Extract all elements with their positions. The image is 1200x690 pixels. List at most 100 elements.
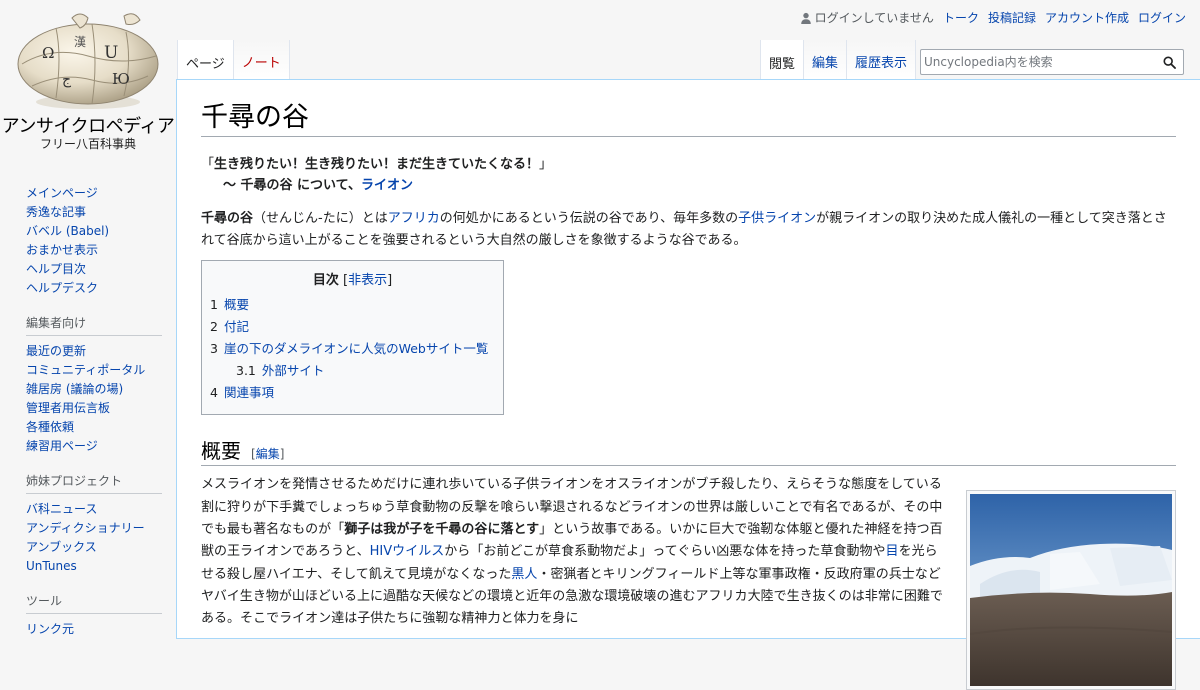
user-icon bbox=[800, 12, 811, 24]
toc-item-label[interactable]: 関連事項 bbox=[224, 385, 274, 400]
contributions-link[interactable]: 投稿記録 bbox=[988, 9, 1036, 26]
toc-bracket: ] bbox=[387, 273, 393, 289]
section-heading-overview: 概要 [編集] bbox=[201, 437, 1176, 467]
toc-item[interactable]: 4 関連事項 bbox=[210, 382, 495, 404]
sidebar-item-main-page[interactable]: メインページ bbox=[26, 186, 98, 200]
toc-hide-toggle[interactable]: 非表示 bbox=[348, 273, 387, 288]
edit-bracket: ] bbox=[279, 447, 285, 462]
link-eye[interactable]: 目 bbox=[886, 544, 899, 559]
toc-item-label[interactable]: 付記 bbox=[224, 319, 249, 334]
sidebar-item-unnews[interactable]: バ科ニュース bbox=[26, 502, 97, 516]
tab-talk[interactable]: ノート bbox=[233, 40, 290, 80]
sidebar-item-help-contents[interactable]: ヘルプ目次 bbox=[26, 262, 86, 276]
toc-item-label[interactable]: 崖の下のダメライオンに人気のWebサイト一覧 bbox=[224, 341, 488, 356]
tab-edit-label: 編集 bbox=[812, 56, 839, 71]
tab-read-label: 閲覧 bbox=[769, 57, 796, 72]
section-body: メスライオンを発情させるためだけに連れ歩いている子供ライオンをオスライオンがブチ… bbox=[201, 474, 1176, 690]
overview-paragraph: メスライオンを発情させるためだけに連れ歩いている子供ライオンをオスライオンがブチ… bbox=[201, 474, 943, 630]
sidebar-item-featured[interactable]: 秀逸な記事 bbox=[26, 205, 86, 219]
namespace-tabs: ページ ノート bbox=[177, 40, 290, 80]
puzzle-globe-logo-icon: Ω U 漢 Ю ج bbox=[17, 13, 159, 109]
table-of-contents: 目次 [非表示] 1 概要 2 付記 3 崖の下のダメライオンに人気のWebサイト一覧… bbox=[201, 260, 504, 416]
search-icon bbox=[1162, 55, 1176, 69]
sidebar-item-admin-noticeboard[interactable]: 管理者用伝言板 bbox=[26, 401, 110, 415]
site-tagline: フリー八百科事典 bbox=[39, 137, 136, 151]
sidebar-item-requests[interactable]: 各種依頼 bbox=[26, 420, 74, 434]
link-hiv-virus[interactable]: HIVウイルス bbox=[370, 544, 445, 559]
overview-bold-phrase: 獅子は我が子を千尋の谷に落とす bbox=[344, 522, 540, 538]
link-lion-cub[interactable]: 子供ライオン bbox=[738, 211, 816, 226]
svg-text:U: U bbox=[104, 43, 118, 63]
login-link[interactable]: ログイン bbox=[1138, 9, 1186, 26]
tab-page-label: ページ bbox=[186, 57, 225, 72]
tab-read[interactable]: 閲覧 bbox=[760, 40, 805, 80]
sidebar-item-village-pump[interactable]: 雑居房 (議論の場) bbox=[26, 382, 123, 396]
sidebar-section-title: 編集者向け bbox=[26, 314, 162, 336]
site-logo[interactable]: Ω U 漢 Ю ج アンサイクロペディア フリー八百科事典 bbox=[0, 0, 176, 160]
sidebar-item-help-desk[interactable]: ヘルプデスク bbox=[26, 281, 98, 295]
toc-item-label[interactable]: 外部サイト bbox=[262, 363, 325, 378]
tab-page[interactable]: ページ bbox=[177, 40, 234, 80]
anon-status: ログインしていません bbox=[800, 9, 934, 26]
svg-text:漢: 漢 bbox=[74, 35, 86, 49]
toc-item-number: 3 bbox=[210, 341, 218, 357]
toc-title-text: 目次 bbox=[312, 273, 339, 289]
sidebar-section-title: ツール bbox=[26, 592, 162, 614]
quote-block: 「生き残りたい！生き残りたい！まだ生きていたくなる！」 〜 千尋の谷 について、… bbox=[201, 154, 1176, 196]
sidebar-item-random[interactable]: おまかせ表示 bbox=[26, 243, 98, 257]
toc-item[interactable]: 1 概要 bbox=[210, 294, 495, 316]
section-heading-text: 概要 bbox=[201, 439, 241, 464]
svg-text:Ω: Ω bbox=[42, 44, 54, 62]
toc-item-number: 3.1 bbox=[236, 363, 256, 379]
link-black-person[interactable]: 黒人 bbox=[511, 567, 537, 582]
intro-text: （せんじん-たに）とは bbox=[253, 211, 388, 227]
intro-text: の何処かにあるという伝説の谷であり、毎年多数の bbox=[439, 211, 739, 227]
view-tabs: 閲覧 編集 履歴表示 bbox=[760, 40, 917, 80]
create-account-link[interactable]: アカウント作成 bbox=[1045, 9, 1129, 26]
quote-open: 「 bbox=[201, 157, 215, 173]
tab-edit[interactable]: 編集 bbox=[804, 40, 848, 80]
toc-item-number: 2 bbox=[210, 319, 218, 335]
intro-paragraph: 千尋の谷（せんじん-たに）とはアフリカの何処かにあるという伝説の谷であり、毎年多… bbox=[201, 208, 1176, 252]
quote-close: 」 bbox=[539, 157, 553, 173]
toc-item[interactable]: 3 崖の下のダメライオンに人気のWebサイト一覧 bbox=[210, 338, 495, 360]
sidebar-item-what-links-here[interactable]: リンク元 bbox=[26, 622, 74, 636]
toc-item[interactable]: 2 付記 bbox=[210, 316, 495, 338]
sidebar-item-recent-changes[interactable]: 最近の更新 bbox=[26, 344, 86, 358]
quote-attribution-link[interactable]: ライオン bbox=[361, 178, 413, 193]
search-button[interactable] bbox=[1157, 50, 1181, 74]
intro-bold-title: 千尋の谷 bbox=[201, 211, 254, 227]
link-africa[interactable]: アフリカ bbox=[388, 211, 440, 226]
search-input[interactable] bbox=[921, 55, 1157, 69]
sidebar-tools-section: ツール リンク元 bbox=[26, 592, 162, 639]
tab-history-label: 履歴表示 bbox=[855, 56, 908, 71]
quote-text: 生き残りたい！生き残りたい！まだ生きていたくなる！ bbox=[214, 157, 540, 173]
quote-attribution: 〜 千尋の谷 について、 bbox=[223, 178, 362, 194]
tab-talk-label: ノート bbox=[241, 56, 281, 71]
overview-text: から「お前どこが草食系動物だよ」ってぐらい凶悪な体を持った草食動物や bbox=[444, 544, 886, 560]
sidebar-navigation: メインページ 秀逸な記事 バベル (Babel) おまかせ表示 ヘルプ目次 ヘル… bbox=[26, 184, 162, 298]
thumbnail-image[interactable] bbox=[966, 490, 1176, 690]
sidebar-item-undictionary[interactable]: アンディクショナリー bbox=[26, 521, 145, 535]
sidebar-item-community-portal[interactable]: コミュニティポータル bbox=[26, 363, 145, 377]
content-area: 千尋の谷 「生き残りたい！生き残りたい！まだ生きていたくなる！」 〜 千尋の谷 … bbox=[176, 79, 1200, 690]
search-box bbox=[920, 49, 1184, 75]
toc-item-number: 4 bbox=[210, 385, 218, 401]
sidebar: メインページ 秀逸な記事 バベル (Babel) おまかせ表示 ヘルプ目次 ヘル… bbox=[0, 170, 176, 639]
tab-history[interactable]: 履歴表示 bbox=[847, 40, 917, 80]
toc-item-label[interactable]: 概要 bbox=[224, 297, 249, 312]
sidebar-section-title: 姉妹プロジェクト bbox=[26, 472, 162, 494]
sidebar-item-babel[interactable]: バベル (Babel) bbox=[26, 224, 109, 238]
sidebar-sister-section: 姉妹プロジェクト バ科ニュース アンディクショナリー アンブックス UnTune… bbox=[26, 472, 162, 576]
svg-text:ج: ج bbox=[62, 72, 72, 88]
toc-item[interactable]: 3.1 外部サイト bbox=[210, 360, 495, 382]
sidebar-item-unbooks[interactable]: アンブックス bbox=[26, 540, 97, 554]
toc-title: 目次 [非表示] bbox=[210, 269, 495, 288]
section-edit-link[interactable]: 編集 bbox=[256, 447, 280, 461]
talk-link[interactable]: トーク bbox=[943, 9, 979, 26]
mountain-glacier-photo bbox=[969, 494, 1173, 687]
sidebar-item-sandbox[interactable]: 練習用ページ bbox=[26, 439, 98, 453]
toc-item-number: 1 bbox=[210, 297, 218, 313]
sidebar-editor-section: 編集者向け 最近の更新 コミュニティポータル 雑居房 (議論の場) 管理者用伝言… bbox=[26, 314, 162, 456]
sidebar-item-untunes[interactable]: UnTunes bbox=[26, 559, 77, 573]
